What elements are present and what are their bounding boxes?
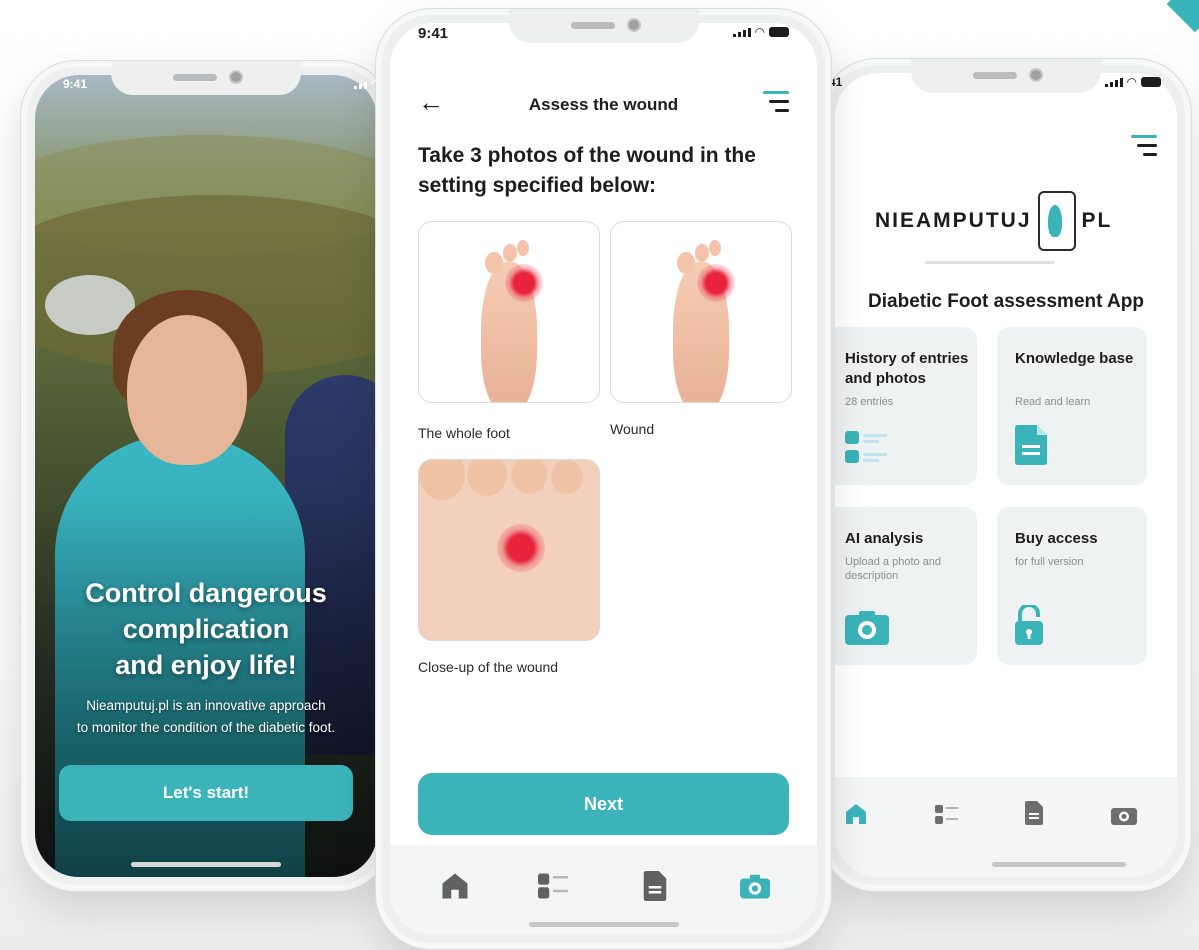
camera-icon[interactable]	[1111, 805, 1137, 825]
hiker-face	[127, 315, 247, 465]
start-button[interactable]: Let's start!	[59, 765, 353, 821]
card-label: Wound	[610, 421, 655, 437]
wifi-icon: ◠	[370, 77, 381, 91]
notch	[508, 9, 699, 43]
document-icon[interactable]	[1025, 801, 1043, 825]
notch	[911, 59, 1101, 93]
corner-decoration	[1166, 0, 1199, 33]
wifi-icon: ◠	[1126, 75, 1137, 89]
status-icons: ◠	[353, 77, 381, 91]
menu-icon[interactable]	[1131, 135, 1157, 162]
home-indicator	[992, 862, 1126, 867]
bottom-nav	[390, 845, 817, 935]
wound-marker	[505, 264, 543, 302]
instruction-heading: Take 3 photos of the wound in the settin…	[418, 144, 756, 197]
card-label: Close-up of the wound	[418, 659, 559, 675]
list-icon[interactable]	[935, 805, 959, 825]
list-icon	[845, 431, 887, 463]
phone-assess-wound: ← Assess the wound Take 3 photos of the …	[375, 8, 832, 950]
menu-icon[interactable]	[763, 91, 789, 118]
tile-history[interactable]: History of entries and photos 28 entries	[835, 327, 977, 485]
app-title: Diabetic Foot assessment App	[868, 291, 1144, 312]
battery-icon	[1141, 77, 1161, 87]
wound-marker	[697, 264, 735, 302]
hero-subtitle: Nieamputuj.pl is an innovative approach …	[76, 698, 336, 735]
next-button[interactable]: Next	[418, 773, 789, 835]
home-icon[interactable]	[845, 803, 867, 825]
lock-icon	[1015, 605, 1043, 645]
phone-welcome: Control dangerous complication and enjoy…	[20, 60, 392, 892]
wifi-icon: ◠	[754, 25, 765, 39]
screen-title: Assess the wound	[528, 95, 679, 114]
hero-title: Control dangerous complication and enjoy…	[85, 578, 327, 680]
photo-card-wound[interactable]	[610, 221, 792, 403]
home-indicator	[528, 922, 679, 927]
photo-card-closeup[interactable]	[418, 459, 600, 641]
document-icon	[1015, 425, 1047, 465]
home-indicator	[131, 862, 281, 867]
status-icons: ◠	[732, 25, 789, 39]
camera-icon	[845, 611, 889, 645]
card-label: The whole foot	[418, 425, 510, 441]
camera-icon[interactable]	[740, 871, 770, 901]
divider	[925, 261, 1055, 264]
tile-knowledge[interactable]: Knowledge base Read and learn	[997, 327, 1147, 485]
assess-screen: ← Assess the wound Take 3 photos of the …	[390, 23, 817, 935]
battery-icon	[769, 27, 789, 37]
home-icon[interactable]	[440, 871, 470, 901]
tile-buy-access[interactable]: Buy access for full version	[997, 507, 1147, 665]
document-icon[interactable]	[640, 871, 670, 901]
status-time: 9:41	[418, 25, 449, 42]
status-time: 9:41	[63, 77, 88, 91]
list-icon[interactable]	[538, 871, 568, 901]
app-logo: NIEAMPUTUJ PL	[875, 191, 1112, 251]
dashboard-screen: NIEAMPUTUJ PL Diabetic Foot assessment A…	[835, 73, 1177, 877]
welcome-screen: Control dangerous complication and enjoy…	[35, 75, 377, 877]
tile-ai-analysis[interactable]: AI analysis Upload a photo and descripti…	[835, 507, 977, 665]
wound-marker	[497, 524, 545, 572]
notch	[111, 61, 301, 95]
photo-card-whole-foot[interactable]	[418, 221, 600, 403]
foot-phone-icon	[1037, 191, 1076, 251]
status-icons: ◠	[1104, 75, 1161, 89]
phone-dashboard: NIEAMPUTUJ PL Diabetic Foot assessment A…	[820, 58, 1192, 892]
top-bar: ← Assess the wound	[390, 83, 817, 123]
bottom-nav	[835, 777, 1177, 877]
